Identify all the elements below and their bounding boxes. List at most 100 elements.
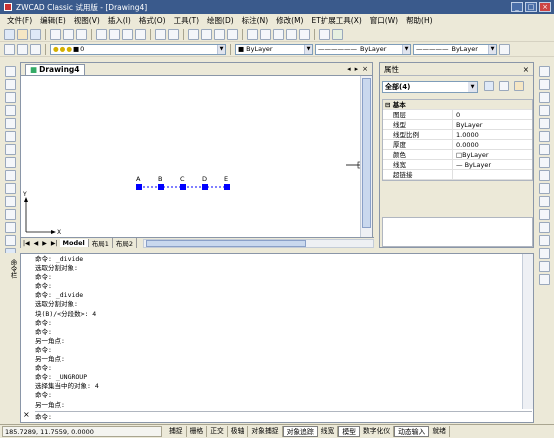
grip-point[interactable] <box>202 184 208 190</box>
scale-icon[interactable] <box>538 157 550 168</box>
grip-point[interactable] <box>136 184 142 190</box>
command-scrollbar[interactable] <box>522 254 533 409</box>
circle-icon[interactable] <box>4 144 16 155</box>
grip-point[interactable] <box>158 184 164 190</box>
insert-block-icon[interactable] <box>4 209 16 220</box>
open-file-icon[interactable] <box>17 28 28 40</box>
scroll-thumb[interactable] <box>362 78 371 228</box>
status-toggle[interactable]: 动态输入 <box>394 426 430 437</box>
property-row[interactable]: 线型 ByLayer <box>383 119 532 130</box>
close-properties-icon[interactable]: × <box>523 65 533 74</box>
make-block-icon[interactable] <box>4 222 16 233</box>
lengthen-icon[interactable] <box>538 183 550 194</box>
close-drawing-icon[interactable]: × <box>362 65 368 73</box>
status-toggle[interactable]: 模型 <box>338 426 360 437</box>
stretch-icon[interactable] <box>538 170 550 181</box>
extend-icon[interactable] <box>538 209 550 220</box>
status-toggle[interactable]: 栅格 <box>187 426 208 437</box>
arc-icon[interactable] <box>4 131 16 142</box>
status-toggle[interactable]: 数字化仪 <box>360 426 395 437</box>
property-row[interactable]: 图层 0 <box>383 109 532 120</box>
selection-dropdown[interactable]: 全部(4) ▼ <box>382 81 478 93</box>
publish-icon[interactable] <box>76 28 87 40</box>
undo-icon[interactable] <box>155 28 166 40</box>
property-group[interactable]: ⊟ 基本 <box>383 100 532 110</box>
menu-edit[interactable]: 编辑(E) <box>36 15 70 26</box>
line-icon[interactable] <box>4 66 16 77</box>
tab-next-icon[interactable]: ▸ <box>355 65 359 73</box>
tab-prev-icon[interactable]: ◂ <box>347 65 351 73</box>
layer-state-icon[interactable] <box>17 43 28 55</box>
print-icon[interactable] <box>50 28 61 40</box>
menu-tools[interactable]: 工具(T) <box>170 15 203 26</box>
first-layout-icon[interactable]: |◀ <box>21 240 32 247</box>
status-toggle[interactable]: 就绪 <box>429 426 450 437</box>
pan-icon[interactable] <box>188 28 199 40</box>
zoom-window-icon[interactable] <box>214 28 225 40</box>
status-toggle[interactable]: 捕捉 <box>166 426 187 437</box>
new-file-icon[interactable] <box>4 28 15 40</box>
property-row[interactable]: 颜色 □ByLayer <box>383 149 532 160</box>
point-icon[interactable] <box>4 235 16 246</box>
status-toggle[interactable]: 对象捕捉 <box>248 426 283 437</box>
status-toggle[interactable]: 对象追踪 <box>282 426 318 437</box>
drawing-horizontal-scrollbar[interactable] <box>143 238 374 248</box>
spline-icon[interactable] <box>4 170 16 181</box>
lineweight-dropdown[interactable]: ————— ByLayer ▼ <box>413 43 497 55</box>
quick-select-icon[interactable] <box>514 81 524 91</box>
array-icon[interactable] <box>538 118 550 129</box>
offset-icon[interactable] <box>538 105 550 116</box>
fillet-icon[interactable] <box>538 261 550 272</box>
menu-format[interactable]: 格式(O) <box>135 15 170 26</box>
status-toggle[interactable]: 极轴 <box>228 426 249 437</box>
toggle-pickadd-icon[interactable] <box>484 81 494 91</box>
menu-window[interactable]: 窗口(W) <box>366 15 402 26</box>
menu-help[interactable]: 帮助(H) <box>402 15 437 26</box>
polygon-icon[interactable] <box>4 105 16 116</box>
maximize-button[interactable]: □ <box>525 2 537 12</box>
zoom-realtime-icon[interactable] <box>201 28 212 40</box>
rotate-icon[interactable] <box>538 144 550 155</box>
cloud-icon[interactable] <box>4 157 16 168</box>
ellipse-arc-icon[interactable] <box>4 196 16 207</box>
rectangle-icon[interactable] <box>4 118 16 129</box>
tool-palette-icon[interactable] <box>273 28 284 40</box>
grip-point[interactable] <box>224 184 230 190</box>
close-button[interactable]: × <box>539 2 551 12</box>
layer-manager-icon[interactable] <box>4 43 15 55</box>
minimize-button[interactable]: _ <box>511 2 523 12</box>
status-toggle[interactable]: 正交 <box>207 426 228 437</box>
cut-icon[interactable] <box>96 28 107 40</box>
menu-et-tools[interactable]: ET扩展工具(X) <box>307 15 365 26</box>
select-objects-icon[interactable] <box>499 81 509 91</box>
prev-layout-icon[interactable]: ◀ <box>32 240 41 247</box>
menu-insert[interactable]: 插入(I) <box>104 15 135 26</box>
layer-dropdown[interactable]: ● ● ● ■ 0 ▼ <box>50 43 226 55</box>
ellipse-icon[interactable] <box>4 183 16 194</box>
last-layout-icon[interactable]: ▶| <box>49 240 60 247</box>
next-layout-icon[interactable]: ▶ <box>40 240 49 247</box>
calculator-icon[interactable] <box>319 28 330 40</box>
construction-line-icon[interactable] <box>4 79 16 90</box>
redo-icon[interactable] <box>168 28 179 40</box>
menu-view[interactable]: 视图(V) <box>70 15 104 26</box>
drawing-vertical-scrollbar[interactable] <box>360 76 372 237</box>
menu-file[interactable]: 文件(F) <box>3 15 36 26</box>
trim-icon[interactable] <box>538 196 550 207</box>
move-icon[interactable] <box>538 131 550 142</box>
linetype-dropdown[interactable]: —————— ByLayer ▼ <box>315 43 411 55</box>
break-icon[interactable] <box>538 222 550 233</box>
tab-layout1[interactable]: 布局1 <box>89 238 113 248</box>
plot-style-icon[interactable] <box>499 43 510 55</box>
menu-modify[interactable]: 修改(M) <box>272 15 307 26</box>
scroll-thumb[interactable] <box>146 239 307 247</box>
status-toggle[interactable]: 线宽 <box>318 426 339 437</box>
close-command-icon[interactable]: × <box>23 410 30 419</box>
join-icon[interactable] <box>538 235 550 246</box>
menu-dimension[interactable]: 标注(N) <box>238 15 272 26</box>
erase-icon[interactable] <box>538 66 550 77</box>
print-preview-icon[interactable] <box>63 28 74 40</box>
markup-icon[interactable] <box>299 28 310 40</box>
tab-layout2[interactable]: 布局2 <box>113 238 138 248</box>
mirror-icon[interactable] <box>538 92 550 103</box>
